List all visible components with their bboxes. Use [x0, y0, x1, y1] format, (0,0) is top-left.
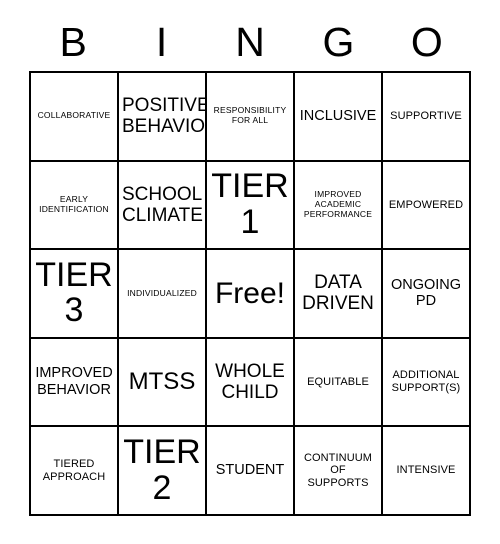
bingo-cell-label: IMPROVED BEHAVIOR [35, 365, 113, 399]
bingo-cell[interactable]: TIER 3 [31, 250, 119, 339]
bingo-header-row: B I N G O [29, 14, 471, 71]
bingo-header-letter-i: I [117, 14, 205, 71]
bingo-cell[interactable]: ONGOING PD [383, 250, 471, 339]
bingo-cell-label: INTENSIVE [396, 464, 456, 477]
bingo-cell-label: POSITIVE BEHAVIOR [122, 95, 207, 138]
bingo-cell[interactable]: SUPPORTIVE [383, 73, 471, 162]
bingo-cell[interactable]: COLLABORATIVE [31, 73, 119, 162]
bingo-header-letter-o: O [383, 14, 471, 71]
bingo-cell[interactable]: MTSS [119, 338, 207, 428]
bingo-cell-label: TIER 3 [35, 255, 113, 330]
bingo-cell[interactable]: DATA DRIVEN [295, 250, 383, 339]
bingo-cell[interactable]: TIERED APPROACH [31, 427, 119, 516]
bingo-cell[interactable]: EMPOWERED [383, 161, 471, 251]
bingo-header-letter-n: N [206, 14, 294, 71]
bingo-cell-label: EQUITABLE [307, 375, 369, 388]
bingo-cell-label: INCLUSIVE [299, 107, 377, 124]
bingo-cell-label: WHOLE CHILD [215, 360, 285, 404]
bingo-cell[interactable]: IMPROVED ACADEMIC PERFORMANCE [295, 161, 383, 251]
bingo-cell[interactable]: SCHOOL CLIMATE [119, 161, 207, 251]
bingo-cell-label: STUDENT [215, 462, 285, 479]
bingo-cell-label: SCHOOL CLIMATE [122, 183, 203, 226]
bingo-grid: COLLABORATIVE POSITIVE BEHAVIOR RESPONSIBI… [29, 71, 471, 516]
bingo-cell[interactable]: INTENSIVE [383, 427, 471, 516]
bingo-card: B I N G O COLLABORATIVE POSITIVE BEHAVIO R… [29, 14, 471, 516]
bingo-cell-label: SUPPORTIVE [390, 109, 462, 122]
bingo-cell-label: EMPOWERED [388, 198, 464, 211]
bingo-cell[interactable]: STUDENT [207, 427, 295, 516]
bingo-cell[interactable]: POSITIVE BEHAVIOR [119, 73, 207, 162]
bingo-cell-label: Free! [214, 276, 286, 310]
bingo-cell-label: IMPROVED ACADEMIC PERFORMANCE [303, 189, 373, 219]
bingo-cell-label: TIERED APPROACH [42, 457, 106, 483]
bingo-cell-label: COLLABORATIVE [37, 110, 111, 121]
bingo-cell-label: EARLY IDENTIFICATION [39, 194, 109, 214]
bingo-cell[interactable]: INDIVIDUALIZED [119, 250, 207, 339]
header-letter-text: N [235, 19, 265, 65]
bingo-cell-label: CONTINUUM OF SUPPORTS [303, 451, 373, 490]
bingo-cell[interactable]: INCLUSIVE [295, 73, 383, 162]
bingo-cell[interactable]: TIER 1 [207, 161, 295, 251]
header-letter-text: I [155, 19, 168, 65]
bingo-cell-label: ONGOING PD [390, 276, 462, 310]
bingo-cell[interactable]: IMPROVED BEHAVIOR [31, 338, 119, 428]
header-letter-text: O [410, 19, 443, 65]
bingo-cell-label: TIER 2 [123, 432, 201, 507]
bingo-cell[interactable]: TIER 2 [119, 427, 207, 516]
bingo-cell-label: DATA DRIVEN [302, 272, 374, 315]
bingo-cell[interactable]: WHOLE CHILD [207, 338, 295, 428]
bingo-cell[interactable]: EARLY IDENTIFICATION [31, 161, 119, 251]
header-letter-text: B [59, 19, 87, 65]
bingo-cell[interactable]: ADDITIONAL SUPPORT(S) [383, 338, 471, 428]
bingo-cell-label: INDIVIDUALIZED [127, 287, 197, 298]
bingo-header-letter-g: G [294, 14, 382, 71]
header-letter-text: G [322, 19, 355, 65]
bingo-header-letter-b: B [29, 14, 117, 71]
bingo-cell[interactable]: RESPONSIBILITY FOR ALL [207, 73, 295, 162]
bingo-cell[interactable]: EQUITABLE [295, 338, 383, 428]
bingo-cell-label: ADDITIONAL SUPPORT(S) [391, 369, 461, 395]
bingo-cell[interactable]: CONTINUUM OF SUPPORTS [295, 427, 383, 516]
bingo-cell-label: RESPONSIBILITY FOR ALL [213, 105, 287, 126]
bingo-cell-label: TIER 1 [211, 167, 289, 241]
bingo-free-space-cell[interactable]: Free! [207, 250, 295, 339]
bingo-cell-label: MTSS [128, 367, 196, 395]
